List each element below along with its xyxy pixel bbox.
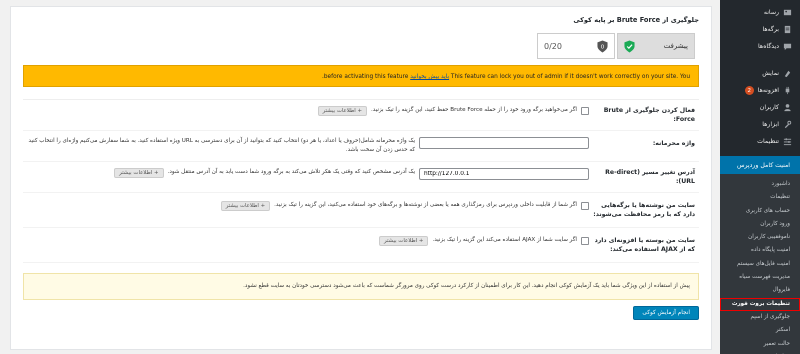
more-info-button[interactable]: + اطلاعات بیشتر (379, 236, 429, 246)
sidebar-item[interactable]: افزونه‌ها 2 (720, 82, 800, 99)
field-description: یک واژه محرمانه شامل(حروف یا اعداد، یا ه… (28, 138, 415, 153)
progress-label: پیشرفت (663, 42, 688, 50)
warning-banner: This feature can lock you out of admin i… (23, 65, 699, 87)
submenu-item[interactable]: امنیت پایگاه داده (720, 244, 800, 257)
sidebar-item-label: دیدگاه‌ها (758, 43, 779, 50)
secret-word-input[interactable] (419, 137, 589, 149)
sidebar-item-label: نمایش (762, 70, 779, 77)
sidebar-item-label: ابزارها (762, 121, 779, 128)
sidebar-item-label: امنیت کامل وردپرس (736, 161, 790, 169)
warning-text-after: before activating this feature. (321, 74, 409, 80)
submenu-item[interactable]: فایروال (720, 284, 800, 297)
settings-icon (783, 137, 792, 146)
field-label: واژه محرمانه: (652, 140, 695, 147)
score-card: 0 0/20 (537, 33, 615, 59)
progress-card: پیشرفت (617, 33, 695, 59)
sidebar-item-label: افزونه‌ها (757, 87, 779, 94)
submenu-item[interactable]: حساب های کاربری (720, 205, 800, 218)
submenu-item[interactable]: حالت تعمیر (720, 338, 800, 351)
row-secret-word: واژه محرمانه: یک واژه محرمانه شامل(حروف … (23, 131, 699, 162)
media-icon (783, 8, 792, 17)
sidebar-item[interactable]: رسانه (720, 4, 800, 21)
ajax-checkbox[interactable] (581, 237, 589, 245)
submenu-item[interactable]: مدیریت فهرست سیاه (720, 271, 800, 284)
pages-icon (783, 25, 792, 34)
settings-form: فعال کردن جلوگیری از Brute Force: اگر می… (23, 99, 699, 263)
field-description: اگر می‌خواهید برگه ورود خود را از حمله B… (371, 107, 577, 113)
security-submenu: داشبورد تنظیمات حساب های کاربری ورود کاربرا… (720, 174, 800, 354)
submenu-item[interactable]: داشبورد (720, 178, 800, 191)
field-label: فعال کردن جلوگیری از Brute Force: (603, 107, 695, 123)
field-label: آدرس تغییر مسیر (Re-direct URL): (605, 169, 695, 185)
settings-panel: جلوگیری از Brute Force بر پایه کوکی پیشر… (10, 6, 712, 350)
enable-checkbox[interactable] (581, 107, 589, 115)
sidebar-item[interactable]: تنظیمات (720, 133, 800, 150)
submenu-item[interactable]: تنظیمات (720, 191, 800, 204)
warning-text-before: This feature can lock you out of admin i… (450, 74, 690, 80)
cookie-test-note: پیش از استفاده از این ویژگی شما باید یک … (23, 273, 699, 300)
svg-text:0: 0 (601, 44, 605, 50)
sidebar-item-security[interactable]: امنیت کامل وردپرس (720, 156, 800, 176)
field-description: اگر سایت شما از AJAX استفاده می‌کند این … (432, 237, 577, 243)
shield-icon: 0 (597, 40, 608, 53)
more-info-button[interactable]: + اطلاعات بیشتر (317, 106, 367, 116)
submenu-item-current[interactable]: تنظیمات بروت فورث (720, 297, 800, 311)
redirect-url-input[interactable] (419, 168, 589, 180)
sidebar-top-items: رسانه برگه‌ها دیدگاه‌ها (720, 0, 800, 55)
shield-check-icon (624, 40, 635, 53)
score-value: 0/20 (544, 41, 562, 51)
field-label: سایت من نوشته‌ها یا برگه‌هایی دارد که با… (593, 202, 695, 218)
more-info-button[interactable]: + اطلاعات بیشتر (220, 201, 271, 211)
field-label: سایت من بوسته یا افزونه‌ای دارد که از AJ… (594, 237, 695, 253)
cookie-test-button[interactable]: انجام آزمایش کوکی (633, 306, 699, 320)
sidebar-item[interactable]: کاربران (720, 99, 800, 116)
submenu-item[interactable]: اسکنر (720, 324, 800, 337)
row-redirect-url: آدرس تغییر مسیر (Re-direct URL): یک آدرس… (23, 162, 699, 193)
appearance-icon (783, 69, 792, 78)
sidebar-mid-items: نمایش افزونه‌ها 2 کاربران ابزارها تنظیمات (720, 65, 800, 150)
users-icon (783, 103, 792, 112)
row-enable: فعال کردن جلوگیری از Brute Force: اگر می… (23, 100, 699, 131)
stats-bar: پیشرفت 0 0/20 (23, 33, 699, 59)
admin-sidebar: رسانه برگه‌ها دیدگاه‌ها نمایش افزونه‌ها 2 کار… (720, 0, 800, 354)
row-protected-posts: سایت من نوشته‌ها یا برگه‌هایی دارد که با… (23, 193, 699, 228)
sidebar-item[interactable]: برگه‌ها (720, 21, 800, 38)
submenu-item[interactable]: ورود کاربران (720, 218, 800, 231)
sidebar-item-label: تنظیمات (757, 138, 779, 145)
sidebar-item[interactable]: ابزارها (720, 116, 800, 133)
sidebar-item-label: کاربران (759, 104, 779, 111)
warning-link[interactable]: باید بیش بخوانید (410, 74, 449, 80)
plugins-icon (783, 86, 792, 95)
page-title: جلوگیری از Brute Force بر پایه کوکی (573, 16, 699, 24)
protected-posts-checkbox[interactable] (581, 202, 589, 210)
row-ajax: سایت من بوسته یا افزونه‌ای دارد که از AJ… (23, 228, 699, 263)
comments-icon (783, 42, 792, 51)
sidebar-item-label: برگه‌ها (762, 26, 779, 33)
field-description: اگر شما از قابلیت داخلی وردپرس برای رمزگ… (274, 202, 577, 208)
field-description: یک آدرس مشخص کنید که وقتی یک هکر تلاش می… (167, 169, 415, 175)
submenu-item[interactable]: امنیت فایل‌های سیستم (720, 258, 800, 271)
sidebar-item[interactable]: دیدگاه‌ها (720, 38, 800, 55)
update-count-badge: 2 (744, 86, 754, 95)
more-info-button[interactable]: + اطلاعات بیشتر (114, 168, 164, 178)
sidebar-item[interactable]: نمایش (720, 65, 800, 82)
tools-icon (783, 120, 792, 129)
submenu-item[interactable]: ناموفقیبی کاربران (720, 231, 800, 244)
sidebar-item-label: رسانه (763, 9, 779, 16)
submenu-item[interactable]: جلوگیری از اسپم (720, 311, 800, 324)
